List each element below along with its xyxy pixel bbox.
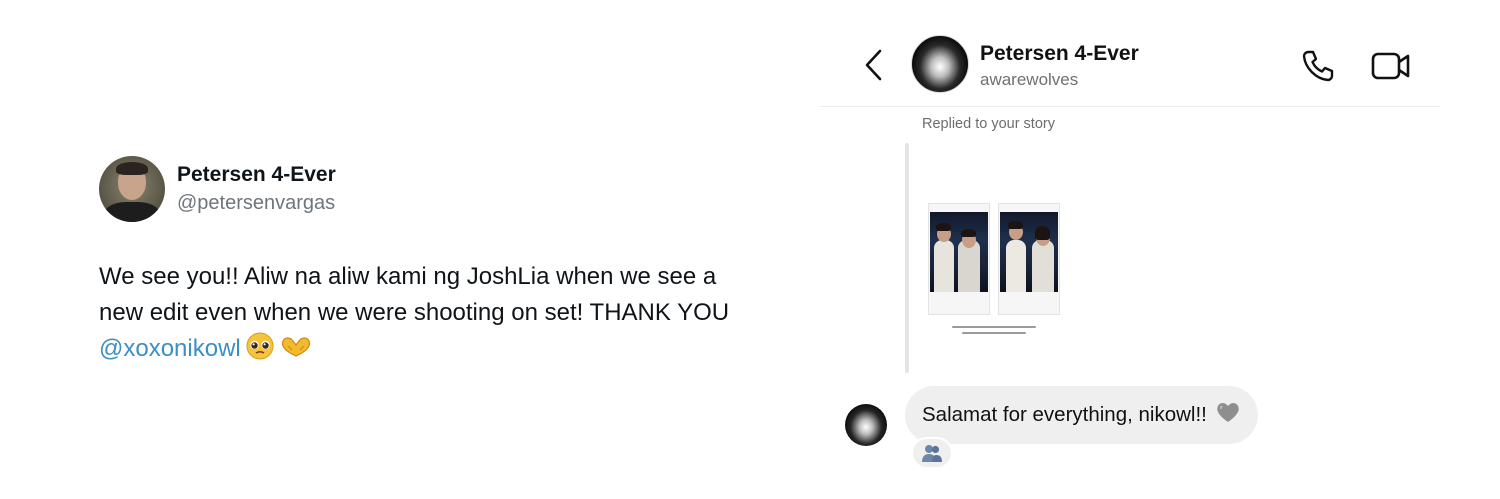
tweet-author: Petersen 4-Ever @petersenvargas [177, 162, 336, 216]
tweet-body: We see you!! Aliw na aliw kami ng JoshLi… [99, 259, 779, 371]
tweet-mention-link[interactable]: @xoxonikowl [99, 335, 241, 362]
reply-indicator-bar [905, 143, 909, 373]
chat-header: Petersen 4-Ever awarewolves [820, 32, 1440, 107]
tweet-text-line-1: We see you!! Aliw na aliw kami ng JoshLi… [99, 263, 717, 290]
video-camera-icon[interactable] [1371, 50, 1411, 82]
tweet-card: Petersen 4-Ever @petersenvargas We see y… [99, 156, 779, 371]
heart-hands-icon [279, 334, 313, 371]
story-preview[interactable] [928, 203, 1060, 334]
story-caption-line [952, 326, 1036, 328]
pleading-face-icon [245, 332, 275, 371]
tweet-handle[interactable]: @petersenvargas [177, 190, 336, 216]
tweet-display-name[interactable]: Petersen 4-Ever [177, 162, 336, 188]
chat-avatar[interactable] [911, 35, 969, 93]
chat-username[interactable]: awarewolves [980, 70, 1078, 90]
story-photo-right [998, 203, 1060, 315]
message-reaction[interactable] [911, 437, 953, 469]
replied-to-story-label: Replied to your story [922, 116, 1055, 132]
story-photo-left [928, 203, 990, 315]
message-text: Salamat for everything, nikowl!! [922, 403, 1207, 426]
grey-heart-icon [1215, 400, 1241, 430]
chat-title[interactable]: Petersen 4-Ever [980, 42, 1139, 66]
people-icon [922, 445, 942, 462]
message-bubble[interactable]: Salamat for everything, nikowl!! [905, 386, 1258, 444]
tweet-text-line-2: new edit even when we were shooting on s… [99, 299, 730, 326]
message-sender-avatar[interactable] [845, 404, 887, 446]
tweet-header: Petersen 4-Ever @petersenvargas [99, 156, 779, 222]
back-chevron-icon[interactable] [862, 48, 886, 82]
phone-icon[interactable] [1300, 48, 1336, 84]
tweet-avatar[interactable] [99, 156, 165, 222]
story-caption-line [962, 332, 1026, 334]
